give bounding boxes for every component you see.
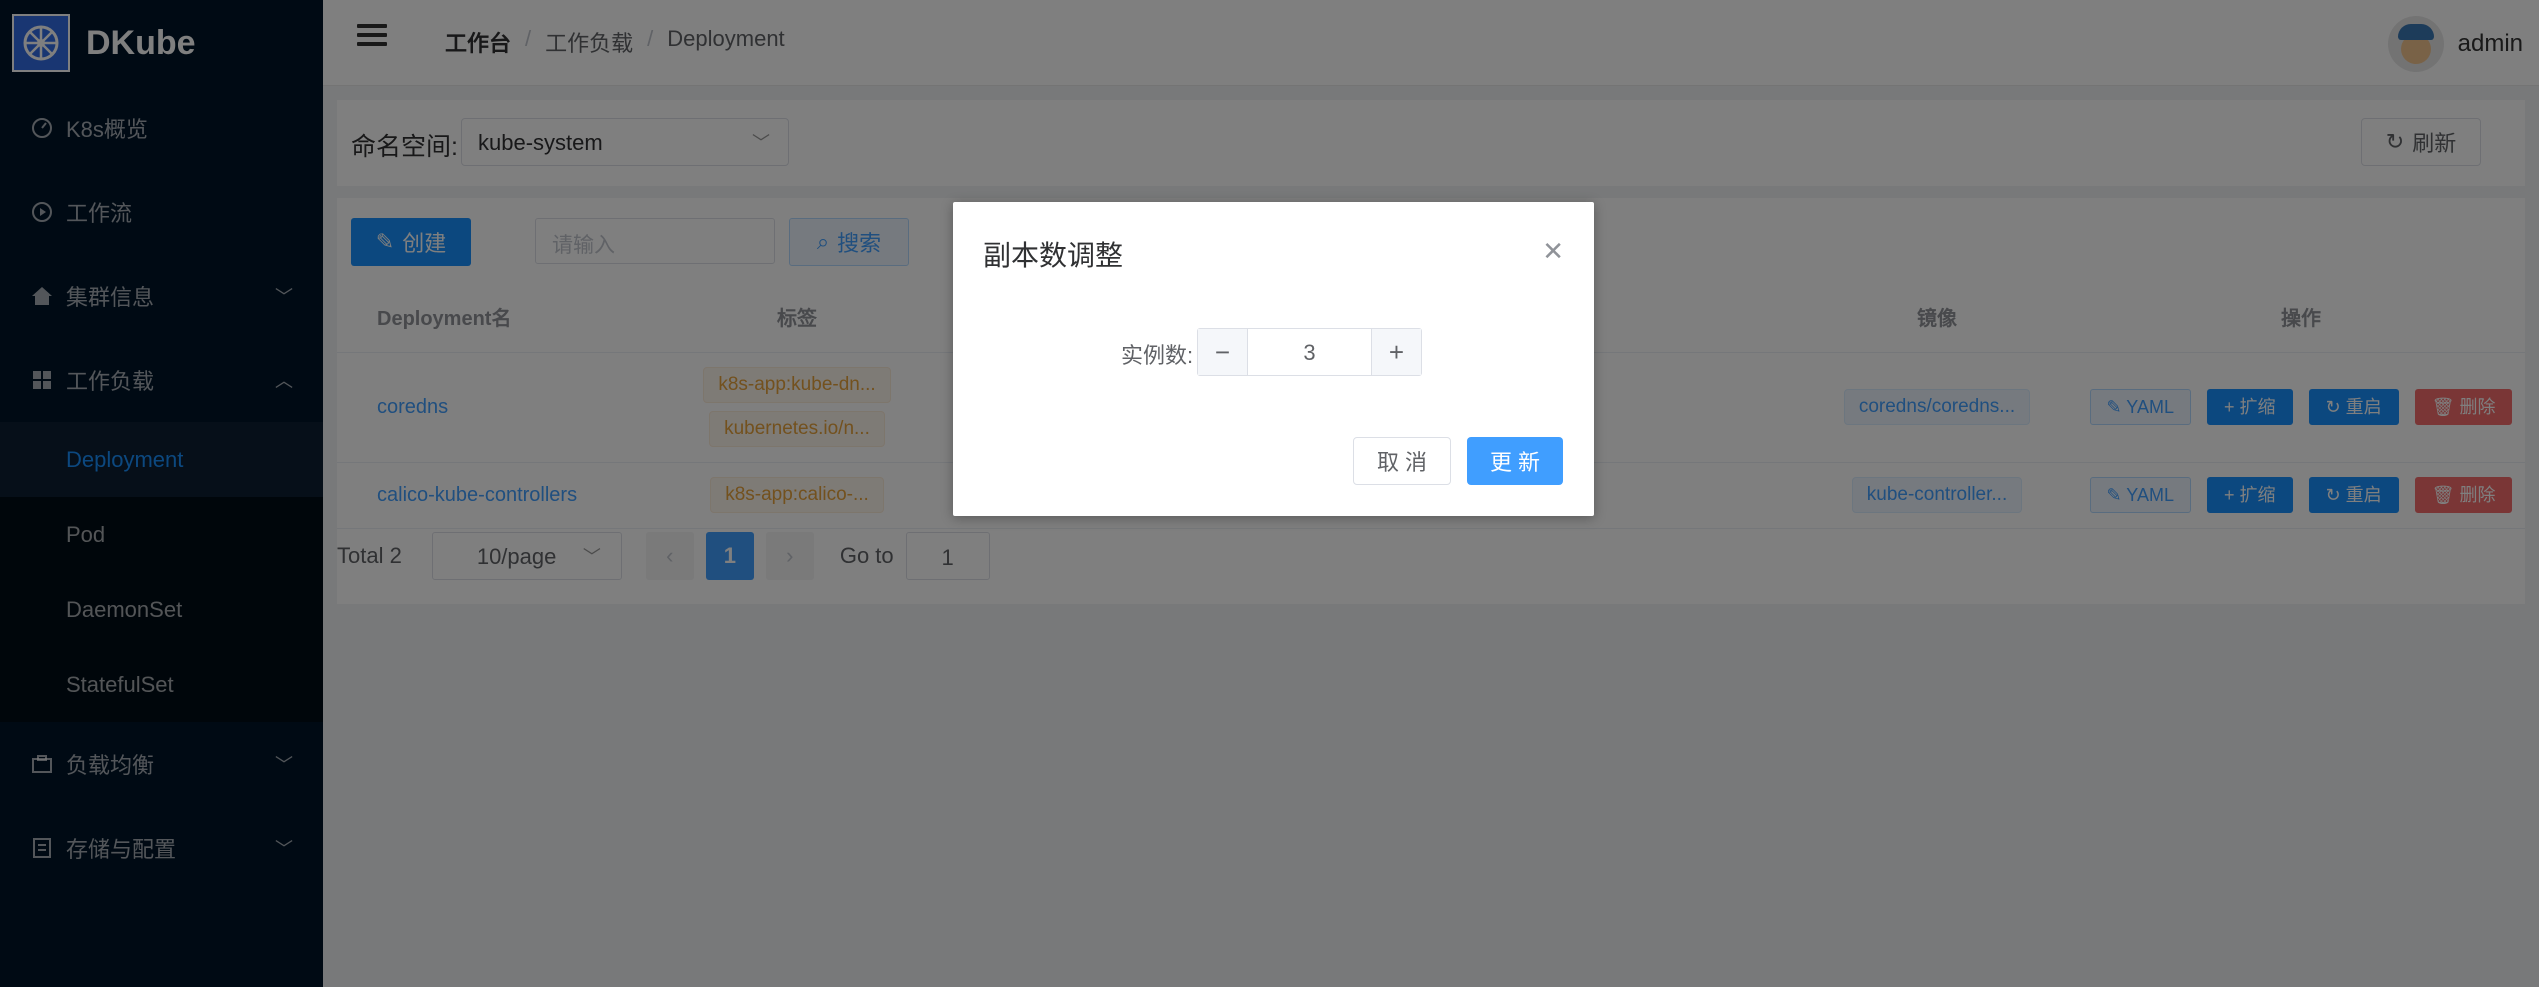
replica-count-label: 实例数:	[1121, 343, 1194, 368]
plus-icon: +	[1388, 336, 1405, 367]
cancel-button[interactable]: 取 消	[1353, 437, 1451, 485]
replica-count-input[interactable]: 3	[1248, 329, 1371, 375]
update-button[interactable]: 更 新	[1467, 437, 1563, 485]
replica-scale-dialog: 副本数调整 ✕ 实例数: − 3 + 取 消 更 新	[953, 202, 1594, 516]
increment-button[interactable]: +	[1371, 329, 1421, 375]
close-icon[interactable]: ✕	[1542, 236, 1564, 267]
dialog-title: 副本数调整	[983, 240, 1124, 271]
replica-count-stepper: − 3 +	[1197, 328, 1422, 376]
minus-icon: −	[1214, 336, 1231, 367]
decrement-button[interactable]: −	[1198, 329, 1248, 375]
